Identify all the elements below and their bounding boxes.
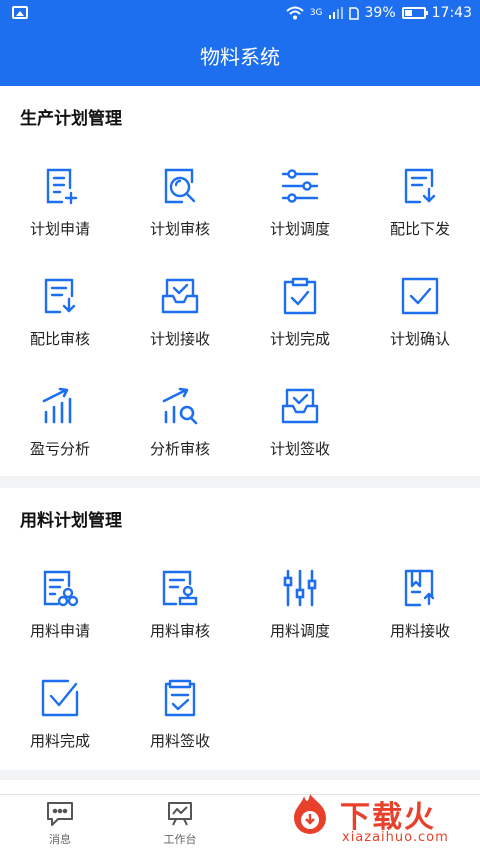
document-download-icon: [404, 168, 436, 204]
network-type: 3G: [309, 8, 323, 18]
analysis-review-button[interactable]: 分析审核: [120, 386, 240, 486]
material-receive-button[interactable]: 用料接收: [360, 568, 480, 668]
chart-search-icon: [162, 387, 198, 425]
bar-chart-icon: [42, 387, 72, 424]
tile-label: 用料申请: [29, 622, 90, 640]
search-review-icon: [164, 168, 196, 204]
material-sign-button[interactable]: 用料签收: [120, 678, 240, 778]
tab-workbench[interactable]: 工作台: [140, 801, 220, 847]
plan-sign-button[interactable]: 计划签收: [240, 386, 360, 486]
plan-dispatch-button[interactable]: 计划调度: [240, 166, 360, 266]
tile-label: 用料完成: [29, 732, 90, 750]
sliders-icon: [281, 169, 319, 203]
clipboard-check-icon: [283, 277, 317, 315]
section-title: 生产计划管理: [20, 109, 122, 129]
tile-label: 用料接收: [389, 622, 450, 640]
tile-label: 计划完成: [269, 330, 330, 348]
inbox-check-icon: [161, 278, 199, 314]
material-plan-section: 用料计划管理 用料申请 用料审核 用料调度 用料接收 用料完成 用料签收: [0, 488, 480, 770]
document-stamp-icon: [162, 570, 198, 606]
workbench-icon: [168, 802, 192, 826]
material-complete-button[interactable]: 用料完成: [0, 678, 120, 778]
profit-loss-button[interactable]: 盈亏分析: [0, 386, 120, 486]
flame-logo-icon: [294, 794, 326, 834]
plan-receive-button[interactable]: 计划接收: [120, 276, 240, 376]
ratio-issue-button[interactable]: 配比下发: [360, 166, 480, 266]
wifi-icon: [286, 6, 304, 20]
checkbox-icon: [401, 277, 439, 315]
tile-label: 分析审核: [149, 440, 210, 458]
page-title: 物料系统: [0, 28, 480, 86]
material-apply-button[interactable]: 用料申请: [0, 568, 120, 668]
document-plus-icon: [46, 168, 78, 205]
section-title: 用料计划管理: [20, 511, 122, 531]
tile-label: 用料调度: [269, 622, 330, 640]
tab-messages[interactable]: 消息: [20, 801, 100, 847]
signal-icon: [328, 7, 343, 19]
inbox-check-icon: [281, 388, 319, 424]
battery-icon: [401, 7, 428, 19]
sim-icon: [348, 6, 359, 20]
gallery-icon: [12, 6, 28, 19]
book-upload-icon: [404, 569, 435, 607]
ratio-review-button[interactable]: 配比审核: [0, 276, 120, 376]
material-review-button[interactable]: 用料审核: [120, 568, 240, 668]
note-check-icon: [164, 679, 196, 717]
status-bar: 3G 39% 17:43: [0, 0, 480, 28]
plan-review-button[interactable]: 计划审核: [120, 166, 240, 266]
message-icon: [47, 802, 73, 826]
plan-complete-button[interactable]: 计划完成: [240, 276, 360, 376]
tile-label: 用料签收: [149, 732, 210, 750]
watermark: 下载火 xiazaihuo.com: [284, 788, 474, 850]
document-download-icon: [44, 278, 76, 314]
plan-confirm-button[interactable]: 计划确认: [360, 276, 480, 376]
tab-label: 工作台: [163, 833, 197, 846]
tile-label: 配比下发: [389, 220, 450, 238]
tile-label: 配比审核: [29, 330, 90, 348]
document-coins-icon: [43, 570, 79, 607]
tile-label: 计划接收: [149, 330, 210, 348]
tile-label: 计划调度: [269, 220, 330, 238]
vertical-sliders-icon: [283, 569, 317, 607]
checkbox-icon: [41, 679, 79, 717]
tile-label: 计划申请: [29, 220, 90, 238]
tab-label: 消息: [49, 833, 71, 846]
plan-apply-button[interactable]: 计划申请: [0, 166, 120, 266]
clock: 17:43: [431, 5, 472, 21]
production-plan-section: 生产计划管理 计划申请 计划审核 计划调度 配比下发 配比审核 计划接收 计划完…: [0, 86, 480, 476]
watermark-url: xiazaihuo.com: [342, 830, 449, 845]
tile-label: 用料审核: [149, 622, 210, 640]
material-dispatch-button[interactable]: 用料调度: [240, 568, 360, 668]
tile-label: 盈亏分析: [29, 440, 90, 458]
tile-label: 计划确认: [389, 330, 450, 348]
tile-label: 计划签收: [269, 440, 330, 458]
battery-percent: 39%: [364, 5, 396, 21]
tile-label: 计划审核: [149, 220, 210, 238]
